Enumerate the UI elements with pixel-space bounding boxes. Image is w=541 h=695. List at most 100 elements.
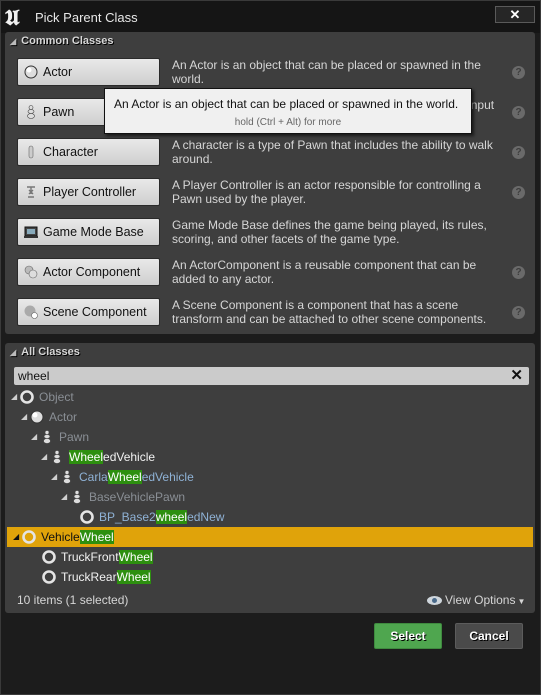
common-class-description: An Actor is an object that can be placed… bbox=[172, 58, 481, 86]
class-search-input[interactable] bbox=[18, 367, 498, 385]
common-class-label: Actor Component bbox=[43, 265, 141, 279]
common-classes-section: ◢ Common Classes Actor An Actor is an obje… bbox=[5, 32, 535, 334]
unreal-logo-icon: 𝖀 bbox=[5, 5, 20, 31]
class-tree-row[interactable]: ◢ Actor bbox=[5, 407, 535, 427]
class-name-part: edNew bbox=[187, 510, 225, 524]
class-tree-row[interactable]: ◢ VehicleWheel bbox=[7, 527, 533, 547]
object-ring-icon bbox=[80, 510, 94, 524]
class-name: WheeledVehicle bbox=[69, 450, 155, 464]
scene-component-icon bbox=[24, 305, 38, 319]
common-class-row: Scene Component A Scene Component is a co… bbox=[5, 296, 535, 332]
expand-triangle-icon[interactable]: ◢ bbox=[51, 472, 57, 481]
expand-triangle-icon[interactable]: ◢ bbox=[13, 532, 19, 541]
class-name-part: BaseVehiclePawn bbox=[89, 490, 186, 504]
common-class-button-character[interactable]: Character bbox=[17, 138, 160, 166]
class-tree-row[interactable]: ◢ Object bbox=[5, 387, 535, 407]
clear-search-icon[interactable]: ✕ bbox=[510, 367, 523, 385]
class-name-part: Object bbox=[39, 390, 74, 404]
object-ring-icon bbox=[42, 550, 56, 564]
common-class-button-actor[interactable]: Actor bbox=[17, 58, 160, 86]
class-name-part: Vehicle bbox=[41, 530, 80, 544]
collapse-triangle-icon: ◢ bbox=[10, 37, 17, 46]
class-name-part: Actor bbox=[49, 410, 78, 424]
common-class-button-game-mode-base[interactable]: Game Mode Base bbox=[17, 218, 160, 246]
all-classes-title: All Classes bbox=[21, 346, 80, 358]
cancel-button[interactable]: Cancel bbox=[455, 623, 523, 649]
common-class-label: Pawn bbox=[43, 105, 75, 119]
object-ring-icon bbox=[42, 570, 56, 584]
tooltip-text: An Actor is an object that can be placed… bbox=[114, 97, 459, 111]
common-class-button-player-controller[interactable]: Player Controller bbox=[17, 178, 160, 206]
common-class-description: A Player Controller is an actor responsi… bbox=[172, 178, 481, 206]
select-button[interactable]: Select bbox=[374, 623, 442, 649]
class-tree-row[interactable]: ◢ BaseVehiclePawn bbox=[5, 487, 535, 507]
class-tree-row[interactable]: ◢ CarlaWheeledVehicle bbox=[5, 467, 535, 487]
class-tree-row[interactable]: TruckRearWheel bbox=[5, 567, 535, 587]
common-class-button-scene-component[interactable]: Scene Component bbox=[17, 298, 160, 326]
collapse-triangle-icon: ◢ bbox=[10, 348, 17, 357]
common-class-row: Character A character is a type of Pawn t… bbox=[5, 136, 535, 172]
common-class-description: Game Mode Base defines the game being pl… bbox=[172, 218, 487, 246]
window-title: Pick Parent Class bbox=[35, 10, 138, 25]
character-icon bbox=[24, 145, 38, 159]
common-class-description: A Scene Component is a component that ha… bbox=[172, 298, 487, 326]
actor-sphere-icon bbox=[24, 65, 38, 79]
class-name: BP_Base2wheeledNew bbox=[99, 510, 224, 524]
class-name-part: TruckFront bbox=[61, 550, 119, 564]
all-classes-section: ◢All Classes ✕ ◢Object◢Actor◢Pawn◢Wheele… bbox=[5, 343, 535, 613]
pawn-icon bbox=[24, 105, 38, 119]
help-icon[interactable]: ? bbox=[512, 186, 525, 199]
expand-triangle-icon[interactable]: ◢ bbox=[11, 392, 17, 401]
game-mode-icon bbox=[24, 225, 38, 239]
common-class-description: An ActorComponent is a reusable componen… bbox=[172, 258, 477, 286]
class-name: Pawn bbox=[59, 430, 89, 444]
search-match-highlight: wheel bbox=[155, 510, 188, 524]
common-class-button-actor-component[interactable]: Actor Component bbox=[17, 258, 160, 286]
class-name: TruckRearWheel bbox=[61, 570, 151, 584]
expand-triangle-icon[interactable]: ◢ bbox=[41, 452, 47, 461]
class-name-part: Pawn bbox=[59, 430, 90, 444]
class-name-part: TruckRear bbox=[61, 570, 117, 584]
common-classes-header[interactable]: ◢ Common Classes bbox=[10, 35, 113, 47]
pawn-icon bbox=[70, 490, 84, 504]
class-name-part: Carla bbox=[79, 470, 108, 484]
pawn-icon bbox=[40, 430, 54, 444]
search-match-highlight: Wheel bbox=[107, 470, 142, 484]
class-name: Object bbox=[39, 390, 74, 404]
search-match-highlight: Wheel bbox=[116, 570, 151, 584]
help-icon[interactable]: ? bbox=[512, 66, 525, 79]
class-name-part: edVehicle bbox=[141, 470, 194, 484]
class-tree-row[interactable]: ◢ Pawn bbox=[5, 427, 535, 447]
common-classes-title: Common Classes bbox=[21, 35, 114, 47]
class-tree-row[interactable]: ◢ WheeledVehicle bbox=[5, 447, 535, 467]
expand-triangle-icon[interactable]: ◢ bbox=[61, 492, 67, 501]
class-tree-row[interactable]: BP_Base2wheeledNew bbox=[5, 507, 535, 527]
common-class-label: Character bbox=[43, 145, 98, 159]
close-button[interactable]: ✕ bbox=[495, 6, 535, 23]
search-match-highlight: Wheel bbox=[79, 530, 114, 544]
expand-triangle-icon[interactable]: ◢ bbox=[21, 412, 27, 421]
class-name-part: edVehicle bbox=[103, 450, 156, 464]
help-icon[interactable]: ? bbox=[512, 306, 525, 319]
common-class-label: Actor bbox=[43, 65, 73, 79]
view-options-label: View Options bbox=[445, 593, 516, 607]
expand-triangle-icon[interactable]: ◢ bbox=[31, 432, 37, 441]
help-icon[interactable]: ? bbox=[512, 146, 525, 159]
actor-component-icon bbox=[24, 265, 38, 279]
eye-icon bbox=[427, 596, 442, 606]
pick-parent-class-dialog: 𝖀 Pick Parent Class ✕ ◢ Common Classes Ac… bbox=[0, 0, 541, 695]
class-name: VehicleWheel bbox=[41, 530, 114, 544]
help-icon[interactable]: ? bbox=[512, 106, 525, 119]
class-tree-row[interactable]: TruckFrontWheel bbox=[5, 547, 535, 567]
common-class-row: Game Mode Base Game Mode Base defines the… bbox=[5, 216, 535, 252]
all-classes-header[interactable]: ◢ All Classes bbox=[10, 346, 80, 358]
common-class-row: Actor Component An ActorComponent is a re… bbox=[5, 256, 535, 292]
class-name: Actor bbox=[49, 410, 77, 424]
common-class-row: Actor An Actor is an object that can be p… bbox=[5, 56, 535, 92]
view-options-button[interactable]: View Options ▼ bbox=[427, 593, 525, 607]
help-icon[interactable]: ? bbox=[512, 266, 525, 279]
close-icon: ✕ bbox=[509, 7, 521, 22]
common-class-label: Game Mode Base bbox=[43, 225, 144, 239]
common-class-description: A character is a type of Pawn that inclu… bbox=[172, 138, 493, 166]
actor-sphere-icon bbox=[30, 410, 44, 424]
